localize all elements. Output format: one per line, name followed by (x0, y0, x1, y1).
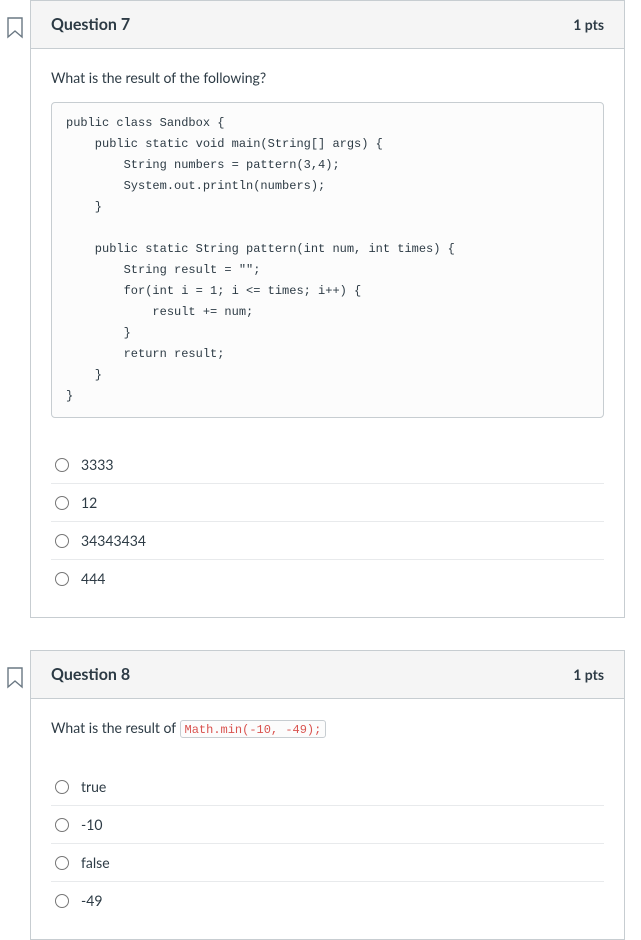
answer-label: 444 (81, 570, 105, 587)
radio-input[interactable] (55, 818, 69, 832)
answer-option[interactable]: 34343434 (51, 522, 604, 560)
question-prompt: What is the result of the following? (51, 69, 604, 86)
radio-input[interactable] (55, 534, 69, 548)
question-7-card: Question 7 1 pts What is the result of t… (30, 0, 625, 618)
question-body: What is the result of Math.min(-10, -49)… (31, 699, 624, 939)
answer-option[interactable]: 444 (51, 560, 604, 597)
question-points: 1 pts (573, 666, 604, 683)
answer-label: -49 (81, 892, 102, 909)
radio-input[interactable] (55, 856, 69, 870)
question-points: 1 pts (573, 16, 604, 33)
answer-label: false (81, 854, 110, 871)
answer-label: 34343434 (81, 532, 146, 549)
radio-input[interactable] (55, 894, 69, 908)
answers-list: true -10 false -49 (51, 768, 604, 919)
answer-option[interactable]: 12 (51, 484, 604, 522)
answer-option[interactable]: 3333 (51, 446, 604, 484)
code-block: public class Sandbox { public static voi… (51, 102, 604, 418)
answer-label: 3333 (81, 456, 113, 473)
answer-label: -10 (81, 816, 102, 833)
answer-option[interactable]: -49 (51, 882, 604, 919)
answer-label: true (81, 778, 106, 795)
question-8-card: Question 8 1 pts What is the result of M… (30, 650, 625, 940)
bookmark-icon[interactable] (7, 667, 23, 689)
radio-input[interactable] (55, 780, 69, 794)
question-header: Question 8 1 pts (31, 651, 624, 699)
answer-option[interactable]: false (51, 844, 604, 882)
answer-option[interactable]: -10 (51, 806, 604, 844)
answer-label: 12 (81, 494, 97, 511)
question-title: Question 8 (51, 665, 130, 684)
question-prompt: What is the result of Math.min(-10, -49)… (51, 719, 604, 738)
prompt-text: What is the result of (51, 719, 180, 736)
question-title: Question 7 (51, 15, 130, 34)
radio-input[interactable] (55, 572, 69, 586)
bookmark-icon[interactable] (7, 17, 23, 39)
answers-list: 3333 12 34343434 444 (51, 446, 604, 597)
answer-option[interactable]: true (51, 768, 604, 806)
inline-code: Math.min(-10, -49); (180, 720, 327, 738)
question-body: What is the result of the following? pub… (31, 49, 624, 617)
radio-input[interactable] (55, 458, 69, 472)
question-header: Question 7 1 pts (31, 1, 624, 49)
radio-input[interactable] (55, 496, 69, 510)
